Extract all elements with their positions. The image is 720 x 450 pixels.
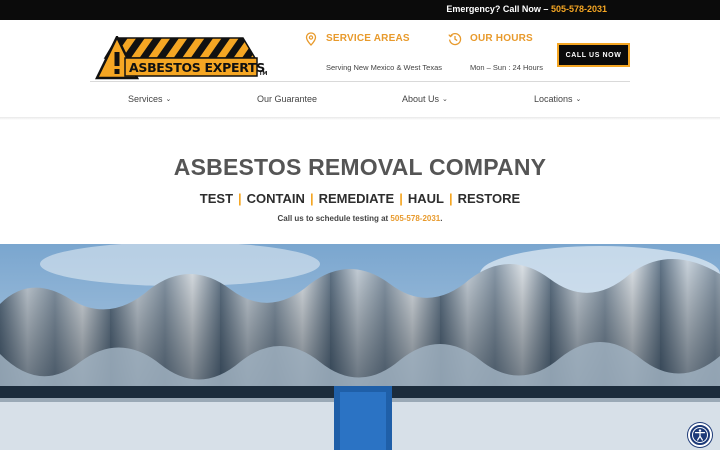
accessibility-icon [692, 427, 708, 443]
site-header: ASBESTOS EXPERTS TM SERVICE AREAS Servin… [0, 20, 720, 118]
logo-wordmark: ASBESTOS EXPERTS [129, 60, 265, 75]
service-areas-subtitle: Serving New Mexico & West Texas [326, 63, 443, 72]
nav-item-locations[interactable]: Locations ⌄ [534, 94, 581, 104]
nav-label-our-guarantee: Our Guarantee [257, 94, 318, 104]
schedule-testing-text: Call us to schedule testing at 505-578-2… [0, 214, 720, 223]
header-shadow [0, 117, 720, 120]
nav-item-services[interactable]: Services ⌄ [128, 94, 171, 104]
step-separator: | [448, 191, 453, 206]
chevron-down-icon: ⌄ [442, 96, 448, 103]
chevron-down-icon: ⌄ [165, 96, 172, 103]
step-contain: CONTAIN [246, 191, 305, 206]
clock-history-icon [448, 32, 462, 46]
hours-title: OUR HOURS [470, 33, 533, 44]
nav-label-about-us: About Us [402, 94, 440, 104]
page-title: ASBESTOS REMOVAL COMPANY [173, 154, 547, 180]
emergency-line[interactable]: Emergency? Call Now – 505-578-2031 [446, 4, 607, 14]
step-separator: | [309, 191, 314, 206]
location-pin-icon [305, 32, 317, 46]
call-us-now-button[interactable]: CALL US NOW [557, 43, 630, 67]
corrugated-roof-image [0, 244, 720, 450]
step-remediate: REMEDIATE [318, 191, 395, 206]
step-separator: | [238, 191, 242, 206]
hours-subtitle: Mon – Sun : 24 Hours [470, 63, 543, 72]
header-divider [90, 81, 630, 82]
call-prefix: Call us to schedule testing at [277, 214, 391, 223]
chevron-down-icon: ⌄ [575, 96, 582, 103]
step-test: TEST [199, 191, 234, 206]
nav-label-services: Services [128, 94, 163, 104]
step-separator: | [399, 191, 403, 206]
service-steps: TEST | CONTAIN | REMEDIATE | HAUL | RESTORE [0, 191, 720, 206]
call-phone-link[interactable]: 505-578-2031 [390, 214, 440, 223]
step-haul: HAUL [407, 191, 444, 206]
call-suffix: . [440, 214, 443, 223]
nav-item-our-guarantee[interactable]: Our Guarantee [257, 94, 317, 104]
service-areas-title: SERVICE AREAS [326, 33, 410, 44]
logo-tm: TM [259, 71, 267, 77]
asbestos-experts-logo[interactable]: ASBESTOS EXPERTS TM [95, 36, 270, 80]
emergency-phone-link[interactable]: 505-578-2031 [551, 4, 607, 14]
top-bar: Emergency? Call Now – 505-578-2031 [0, 0, 720, 20]
accessibility-button[interactable] [688, 423, 712, 447]
nav-label-locations: Locations [534, 94, 573, 104]
step-restore: RESTORE [457, 191, 521, 206]
emergency-label: Emergency? Call Now – [446, 4, 551, 14]
nav-item-about-us[interactable]: About Us ⌄ [402, 94, 448, 104]
